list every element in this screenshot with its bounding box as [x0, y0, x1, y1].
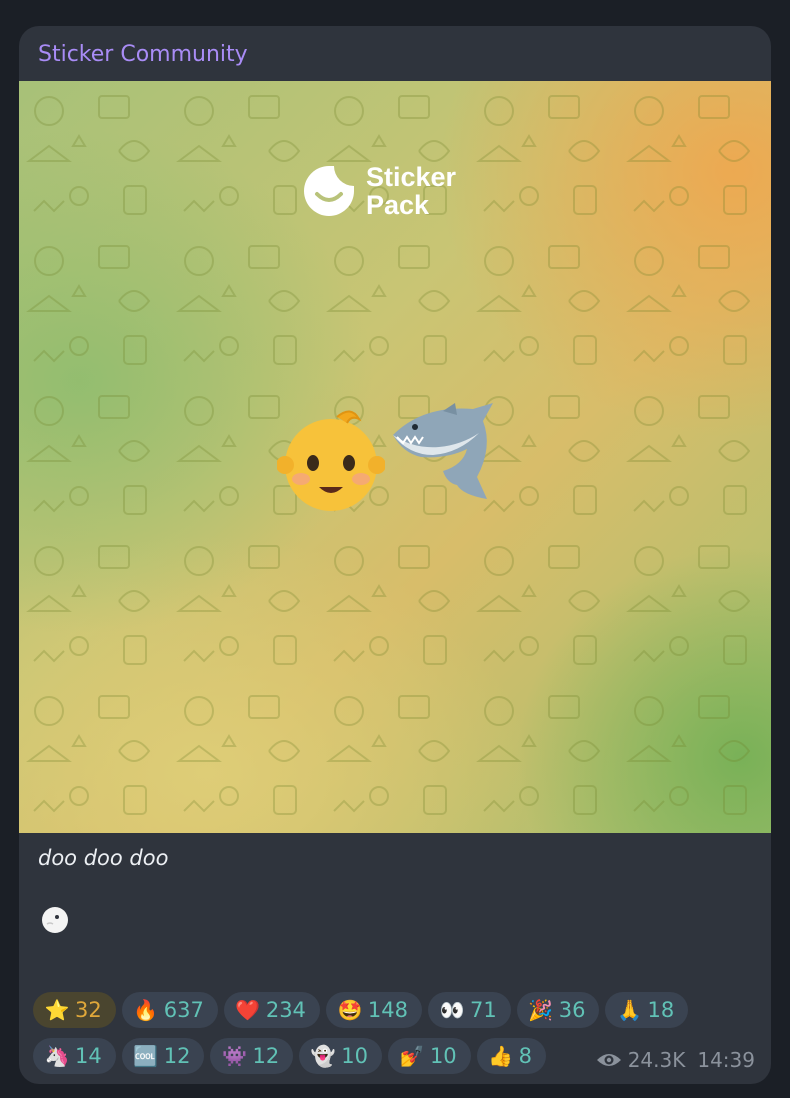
star-struck-icon: 🤩: [337, 998, 363, 1022]
heart-icon: ❤️: [235, 998, 261, 1022]
reaction-count: 234: [265, 998, 306, 1022]
reaction-count: 637: [163, 998, 204, 1022]
new-moon-face-icon: [42, 907, 68, 933]
reaction-space-invader[interactable]: 👾 12: [210, 1038, 294, 1074]
star-icon: ⭐: [44, 998, 70, 1022]
sticker-pack-logo: Sticker Pack: [302, 163, 456, 219]
caption-text: doo doo doo: [38, 846, 169, 870]
reaction-count: 12: [252, 1044, 280, 1068]
reaction-cool[interactable]: 🆒 12: [121, 1038, 205, 1074]
reaction-star-struck[interactable]: 🤩 148: [325, 992, 423, 1028]
ghost-icon: 👻: [310, 1044, 336, 1068]
cool-icon: 🆒: [133, 1044, 159, 1068]
nail-polish-icon: 💅: [399, 1044, 425, 1068]
eyes-icon: 👀: [439, 998, 465, 1022]
reaction-count: 18: [647, 998, 675, 1022]
reaction-count: 71: [470, 998, 497, 1022]
space-invader-icon: 👾: [222, 1044, 247, 1068]
message-meta: 24.3K 14:39: [596, 1048, 755, 1072]
reaction-unicorn[interactable]: 🦄 14: [33, 1038, 116, 1074]
reactions-row-2: 🦄 14 🆒 12 👾 12 👻 10 💅 10 👍 8: [33, 1038, 633, 1074]
unicorn-icon: 🦄: [44, 1044, 70, 1068]
reaction-party-popper[interactable]: 🎉 36: [516, 992, 600, 1028]
reaction-folded-hands[interactable]: 🙏 18: [605, 992, 689, 1028]
baby-emoji-icon: [277, 410, 385, 511]
message-time: 14:39: [697, 1048, 755, 1072]
reaction-count: 8: [518, 1044, 533, 1068]
reaction-count: 148: [367, 998, 409, 1022]
channel-name[interactable]: Sticker Community: [38, 42, 248, 67]
reaction-count: 12: [163, 1044, 191, 1068]
reaction-heart[interactable]: ❤️ 234: [223, 992, 320, 1028]
thumbs-up-icon: 👍: [488, 1044, 514, 1068]
logo-text-line1: Sticker: [366, 162, 457, 192]
reaction-star[interactable]: ⭐ 32: [33, 992, 116, 1028]
message-bubble[interactable]: Sticker Community Sticker Pack doo doo d…: [19, 26, 771, 1084]
view-count: 24.3K: [627, 1048, 686, 1072]
folded-hands-icon: 🙏: [617, 998, 642, 1022]
reactions-bar: ⭐ 32 🔥 637 ❤️ 234 🤩 148 👀 71 🎉 36 🙏 18 🦄…: [33, 992, 689, 1084]
media-image[interactable]: Sticker Pack: [19, 81, 771, 833]
sticker-smile-icon: [304, 166, 354, 216]
fire-icon: 🔥: [133, 998, 159, 1022]
reaction-thumbs-up[interactable]: 👍 8: [476, 1038, 547, 1074]
reaction-eyes[interactable]: 👀 71: [428, 992, 511, 1028]
reactions-row-1: ⭐ 32 🔥 637 ❤️ 234 🤩 148 👀 71 🎉 36 🙏 18: [33, 992, 689, 1028]
reaction-count: 10: [429, 1044, 457, 1068]
party-popper-icon: 🎉: [528, 998, 554, 1022]
reaction-count: 36: [558, 998, 586, 1022]
reaction-count: 14: [75, 1044, 102, 1068]
logo-text-line2: Pack: [366, 190, 430, 220]
reaction-count: 32: [75, 998, 102, 1022]
reaction-nail-polish[interactable]: 💅 10: [387, 1038, 471, 1074]
reaction-fire[interactable]: 🔥 637: [121, 992, 218, 1028]
reaction-count: 10: [341, 1044, 368, 1068]
reaction-ghost[interactable]: 👻 10: [299, 1038, 382, 1074]
shark-emoji-icon: [393, 403, 493, 499]
eye-icon: [596, 1054, 621, 1066]
